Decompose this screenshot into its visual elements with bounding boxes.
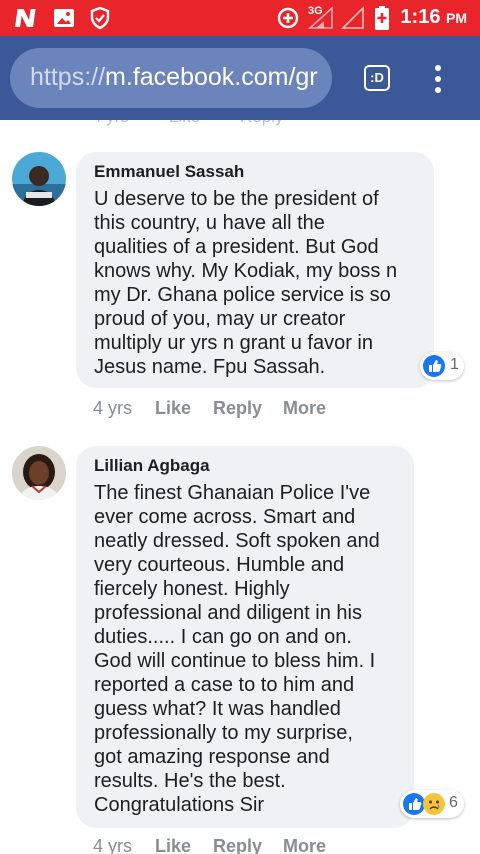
comment-line: fiercely honest. Highly bbox=[94, 578, 290, 600]
comment-line: U deserve to be the president of bbox=[94, 188, 379, 210]
comment-line: Jesus name. Fpu Sassah. bbox=[94, 356, 326, 378]
battery-icon bbox=[375, 6, 389, 30]
previous-comment-actions: 4 yrsLikeReply bbox=[92, 120, 324, 127]
browser-toolbar: https://m.facebook.com/gr :D bbox=[0, 36, 480, 120]
comment-line: professionally to my surprise, bbox=[94, 722, 353, 744]
comment-actions: 4 yrs Like Reply More bbox=[0, 398, 480, 422]
comment-author[interactable]: Lillian Agbaga bbox=[94, 456, 210, 476]
comment-bubble: Lillian Agbaga The finest Ghanaian Polic… bbox=[76, 446, 414, 828]
comment-text: U deserve to be the president of this cou… bbox=[94, 187, 397, 379]
data-saver-icon bbox=[277, 7, 299, 29]
comment-line: God will continue to bless him. I bbox=[94, 650, 376, 672]
comment-line: got amazing response and bbox=[94, 746, 330, 768]
comment-line: results. He's the best. bbox=[94, 770, 286, 792]
comment-line: Congratulations Sir bbox=[94, 794, 265, 816]
sad-reaction-icon bbox=[423, 793, 445, 815]
clock-time: 1:16 bbox=[400, 6, 441, 28]
like-reaction-icon bbox=[423, 355, 445, 377]
reaction-count: 1 bbox=[450, 356, 459, 373]
more-button[interactable]: More bbox=[283, 398, 326, 419]
shield-icon bbox=[90, 6, 110, 30]
signal-icon bbox=[307, 6, 333, 29]
comment-line: very courteous. Humble and bbox=[94, 554, 345, 576]
comment-actions: 4 yrs Like Reply More bbox=[0, 836, 480, 854]
url-scheme: https:// bbox=[30, 63, 106, 91]
address-bar[interactable]: https://m.facebook.com/gr bbox=[10, 48, 332, 108]
comment-author[interactable]: Emmanuel Sassah bbox=[94, 162, 244, 182]
like-reaction-icon bbox=[403, 793, 425, 815]
netflix-icon bbox=[15, 9, 36, 27]
comment-line: professional and diligent in his bbox=[94, 602, 362, 624]
gallery-icon bbox=[54, 9, 74, 27]
more-button[interactable]: More bbox=[283, 836, 326, 854]
comment-line: knows why. My Kodiak, my boss n bbox=[94, 260, 398, 282]
overflow-menu-icon[interactable] bbox=[430, 65, 446, 95]
url-text[interactable]: https://m.facebook.com/gr bbox=[30, 63, 318, 92]
comment-line: qualities of a president. But God bbox=[94, 236, 379, 258]
comment-line: multiply ur yrs n grant u favor in bbox=[94, 332, 373, 354]
comment-line: this country, u have all the bbox=[94, 212, 325, 234]
like-button[interactable]: Like bbox=[155, 836, 191, 854]
reply-button[interactable]: Reply bbox=[213, 398, 262, 419]
comment-timestamp[interactable]: 4 yrs bbox=[93, 398, 132, 419]
comment-line: proud of you, may ur creator bbox=[94, 308, 346, 330]
comment-line: guess what? It was handled bbox=[94, 698, 341, 720]
comment-bubble: Emmanuel Sassah U deserve to be the pres… bbox=[76, 152, 434, 388]
comment-line: The finest Ghanaian Police I've bbox=[94, 482, 371, 504]
avatar-photo bbox=[12, 446, 66, 500]
clock-ampm: PM bbox=[446, 10, 467, 26]
avatar-photo bbox=[12, 152, 66, 206]
comment-line: neatly dressed. Soft spoken and bbox=[94, 530, 380, 552]
url-host: m.facebook.com/gr bbox=[105, 63, 318, 91]
status-bar: 3G 1:16 PM bbox=[0, 0, 480, 36]
avatar[interactable] bbox=[12, 446, 66, 500]
reaction-summary[interactable]: 6 bbox=[400, 790, 464, 818]
comments-list: 4 yrsLikeReply Emmanuel Sassah U deserve… bbox=[0, 120, 480, 854]
reaction-summary[interactable]: 1 bbox=[420, 352, 464, 380]
reaction-count: 6 bbox=[449, 794, 458, 811]
comment-line: reported a case to to him and bbox=[94, 674, 355, 696]
signal-icon-2 bbox=[341, 6, 364, 29]
avatar[interactable] bbox=[12, 152, 66, 206]
tab-switcher-button[interactable]: :D bbox=[364, 65, 390, 91]
comment-timestamp[interactable]: 4 yrs bbox=[93, 836, 132, 854]
comment-line: duties..... I can go on and on. bbox=[94, 626, 352, 648]
comment-line: my Dr. Ghana police service is so bbox=[94, 284, 391, 306]
clock: 1:16 PM bbox=[400, 6, 467, 29]
comment-line: ever come across. Smart and bbox=[94, 506, 356, 528]
comment-text: The finest Ghanaian Police I've ever come… bbox=[94, 481, 380, 817]
like-button[interactable]: Like bbox=[155, 398, 191, 419]
reply-button[interactable]: Reply bbox=[213, 836, 262, 854]
